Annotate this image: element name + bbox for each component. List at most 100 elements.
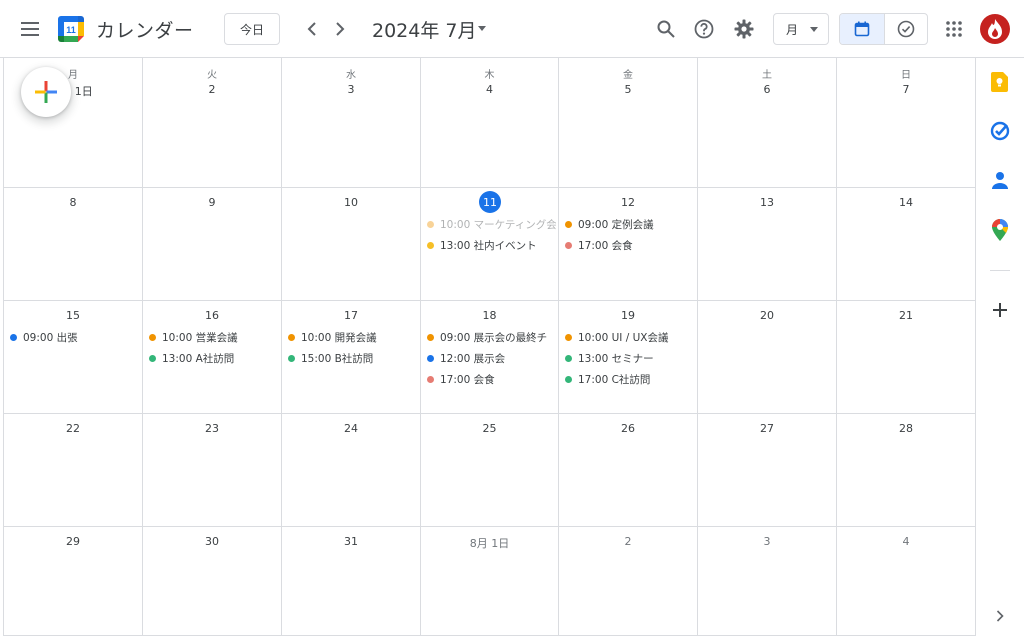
day-number[interactable]: 2 [559, 535, 697, 548]
day-cell[interactable]: 20 [698, 301, 837, 414]
day-number[interactable]: 26 [559, 422, 697, 435]
day-cell[interactable]: 8 [3, 188, 143, 301]
settings-button[interactable] [730, 15, 758, 43]
today-date-badge[interactable]: 11 [479, 191, 501, 213]
day-cell[interactable]: 28 [837, 414, 976, 527]
event-chip[interactable]: 17:00 会食 [427, 370, 556, 388]
main-menu-button[interactable] [14, 13, 46, 45]
event-chip[interactable]: 12:00 展示会 [427, 349, 556, 367]
day-number[interactable]: 13 [698, 196, 836, 209]
day-number[interactable]: 23 [143, 422, 281, 435]
day-cell[interactable]: 2 [559, 527, 698, 636]
day-cell[interactable]: 18 09:00 展示会の最終チ 12:00 展示会 17:00 会食 [421, 301, 559, 414]
next-month-button[interactable] [328, 15, 352, 43]
day-number[interactable]: 4 [421, 83, 558, 96]
day-cell[interactable]: 12 09:00 定例会議 17:00 会食 [559, 188, 698, 301]
calendar-logo[interactable]: 11 [57, 15, 85, 43]
day-cell[interactable]: 8月 1日 [421, 527, 559, 636]
previous-month-button[interactable] [300, 15, 324, 43]
day-cell[interactable]: 14 [837, 188, 976, 301]
month-picker-toggle[interactable] [474, 20, 490, 38]
day-cell[interactable]: 24 [282, 414, 421, 527]
event-chip[interactable]: 10:00 開発会議 [288, 328, 418, 346]
day-cell[interactable]: 25 [421, 414, 559, 527]
event-chip[interactable]: 17:00 会食 [565, 236, 695, 254]
day-number[interactable]: 27 [698, 422, 836, 435]
today-button[interactable]: 今日 [224, 13, 280, 45]
day-cell[interactable]: 日7 [837, 58, 976, 188]
day-cell[interactable]: 10 [282, 188, 421, 301]
day-cell[interactable]: 21 [837, 301, 976, 414]
day-number[interactable]: 4 [837, 535, 975, 548]
day-cell[interactable]: 22 [3, 414, 143, 527]
day-number[interactable]: 28 [837, 422, 975, 435]
day-number[interactable]: 30 [143, 535, 281, 548]
day-cell[interactable]: 9 [143, 188, 282, 301]
day-cell[interactable]: 26 [559, 414, 698, 527]
calendar-view-toggle[interactable] [840, 14, 884, 44]
day-cell[interactable]: 19 10:00 UI / UX会議 13:00 セミナー 17:00 C社訪問 [559, 301, 698, 414]
day-cell[interactable]: 木4 [421, 58, 559, 188]
current-month-title[interactable]: 2024年 7月 [372, 16, 476, 43]
day-cell[interactable]: 31 [282, 527, 421, 636]
event-chip[interactable]: 10:00 マーケティング会 [427, 215, 556, 233]
create-button[interactable] [21, 67, 71, 117]
event-chip[interactable]: 13:00 A社訪問 [149, 349, 279, 367]
day-number[interactable]: 21 [837, 309, 975, 322]
day-cell[interactable]: 火2 [143, 58, 282, 188]
day-number[interactable]: 3 [698, 535, 836, 548]
day-cell[interactable]: 水3 [282, 58, 421, 188]
help-button[interactable] [690, 15, 718, 43]
day-number[interactable]: 20 [698, 309, 836, 322]
day-number[interactable]: 29 [4, 535, 142, 548]
day-number[interactable]: 17 [282, 309, 420, 322]
day-cell[interactable]: 23 [143, 414, 282, 527]
day-cell[interactable]: 16 10:00 営業会議 13:00 A社訪問 [143, 301, 282, 414]
day-number[interactable]: 8 [4, 196, 142, 209]
day-number[interactable]: 6 [698, 83, 836, 96]
day-cell[interactable]: 17 10:00 開発会議 15:00 B社訪問 [282, 301, 421, 414]
event-chip[interactable]: 17:00 C社訪問 [565, 370, 695, 388]
event-chip[interactable]: 09:00 出張 [10, 328, 140, 346]
day-number[interactable]: 14 [837, 196, 975, 209]
keep-button[interactable] [988, 70, 1012, 94]
tasks-view-toggle[interactable] [883, 14, 928, 44]
day-cell[interactable]: 土6 [698, 58, 837, 188]
day-number[interactable]: 3 [282, 83, 420, 96]
day-cell[interactable]: 30 [143, 527, 282, 636]
day-number[interactable]: 16 [143, 309, 281, 322]
day-number[interactable]: 18 [421, 309, 558, 322]
get-addons-button[interactable] [988, 298, 1012, 322]
maps-button[interactable] [988, 218, 1012, 242]
day-number[interactable]: 12 [559, 196, 697, 209]
tasks-button[interactable] [988, 119, 1012, 143]
day-cell[interactable]: 13 [698, 188, 837, 301]
day-number[interactable]: 8月 1日 [421, 535, 558, 551]
day-number[interactable]: 9 [143, 196, 281, 209]
view-select[interactable]: 月 [773, 13, 829, 45]
day-number[interactable]: 24 [282, 422, 420, 435]
event-chip[interactable]: 15:00 B社訪問 [288, 349, 418, 367]
day-cell[interactable]: 29 [3, 527, 143, 636]
event-chip[interactable]: 13:00 セミナー [565, 349, 695, 367]
contacts-button[interactable] [988, 168, 1012, 192]
event-chip[interactable]: 09:00 定例会議 [565, 215, 695, 233]
day-number[interactable]: 31 [282, 535, 420, 548]
expand-side-panel-button[interactable] [988, 604, 1012, 628]
account-avatar[interactable] [980, 14, 1010, 44]
day-cell[interactable]: 27 [698, 414, 837, 527]
event-chip[interactable]: 10:00 営業会議 [149, 328, 279, 346]
day-number[interactable]: 25 [421, 422, 558, 435]
search-button[interactable] [652, 15, 680, 43]
event-chip[interactable]: 13:00 社内イベント [427, 236, 556, 254]
google-apps-button[interactable] [940, 15, 968, 43]
day-number[interactable]: 15 [4, 309, 142, 322]
day-number[interactable]: 5 [559, 83, 697, 96]
day-cell[interactable]: 3 [698, 527, 837, 636]
day-cell[interactable]: 15 09:00 出張 [3, 301, 143, 414]
day-cell[interactable]: 金5 [559, 58, 698, 188]
day-number[interactable]: 10 [282, 196, 420, 209]
event-chip[interactable]: 09:00 展示会の最終チ [427, 328, 556, 346]
day-cell[interactable]: 4 [837, 527, 976, 636]
day-number[interactable]: 19 [559, 309, 697, 322]
